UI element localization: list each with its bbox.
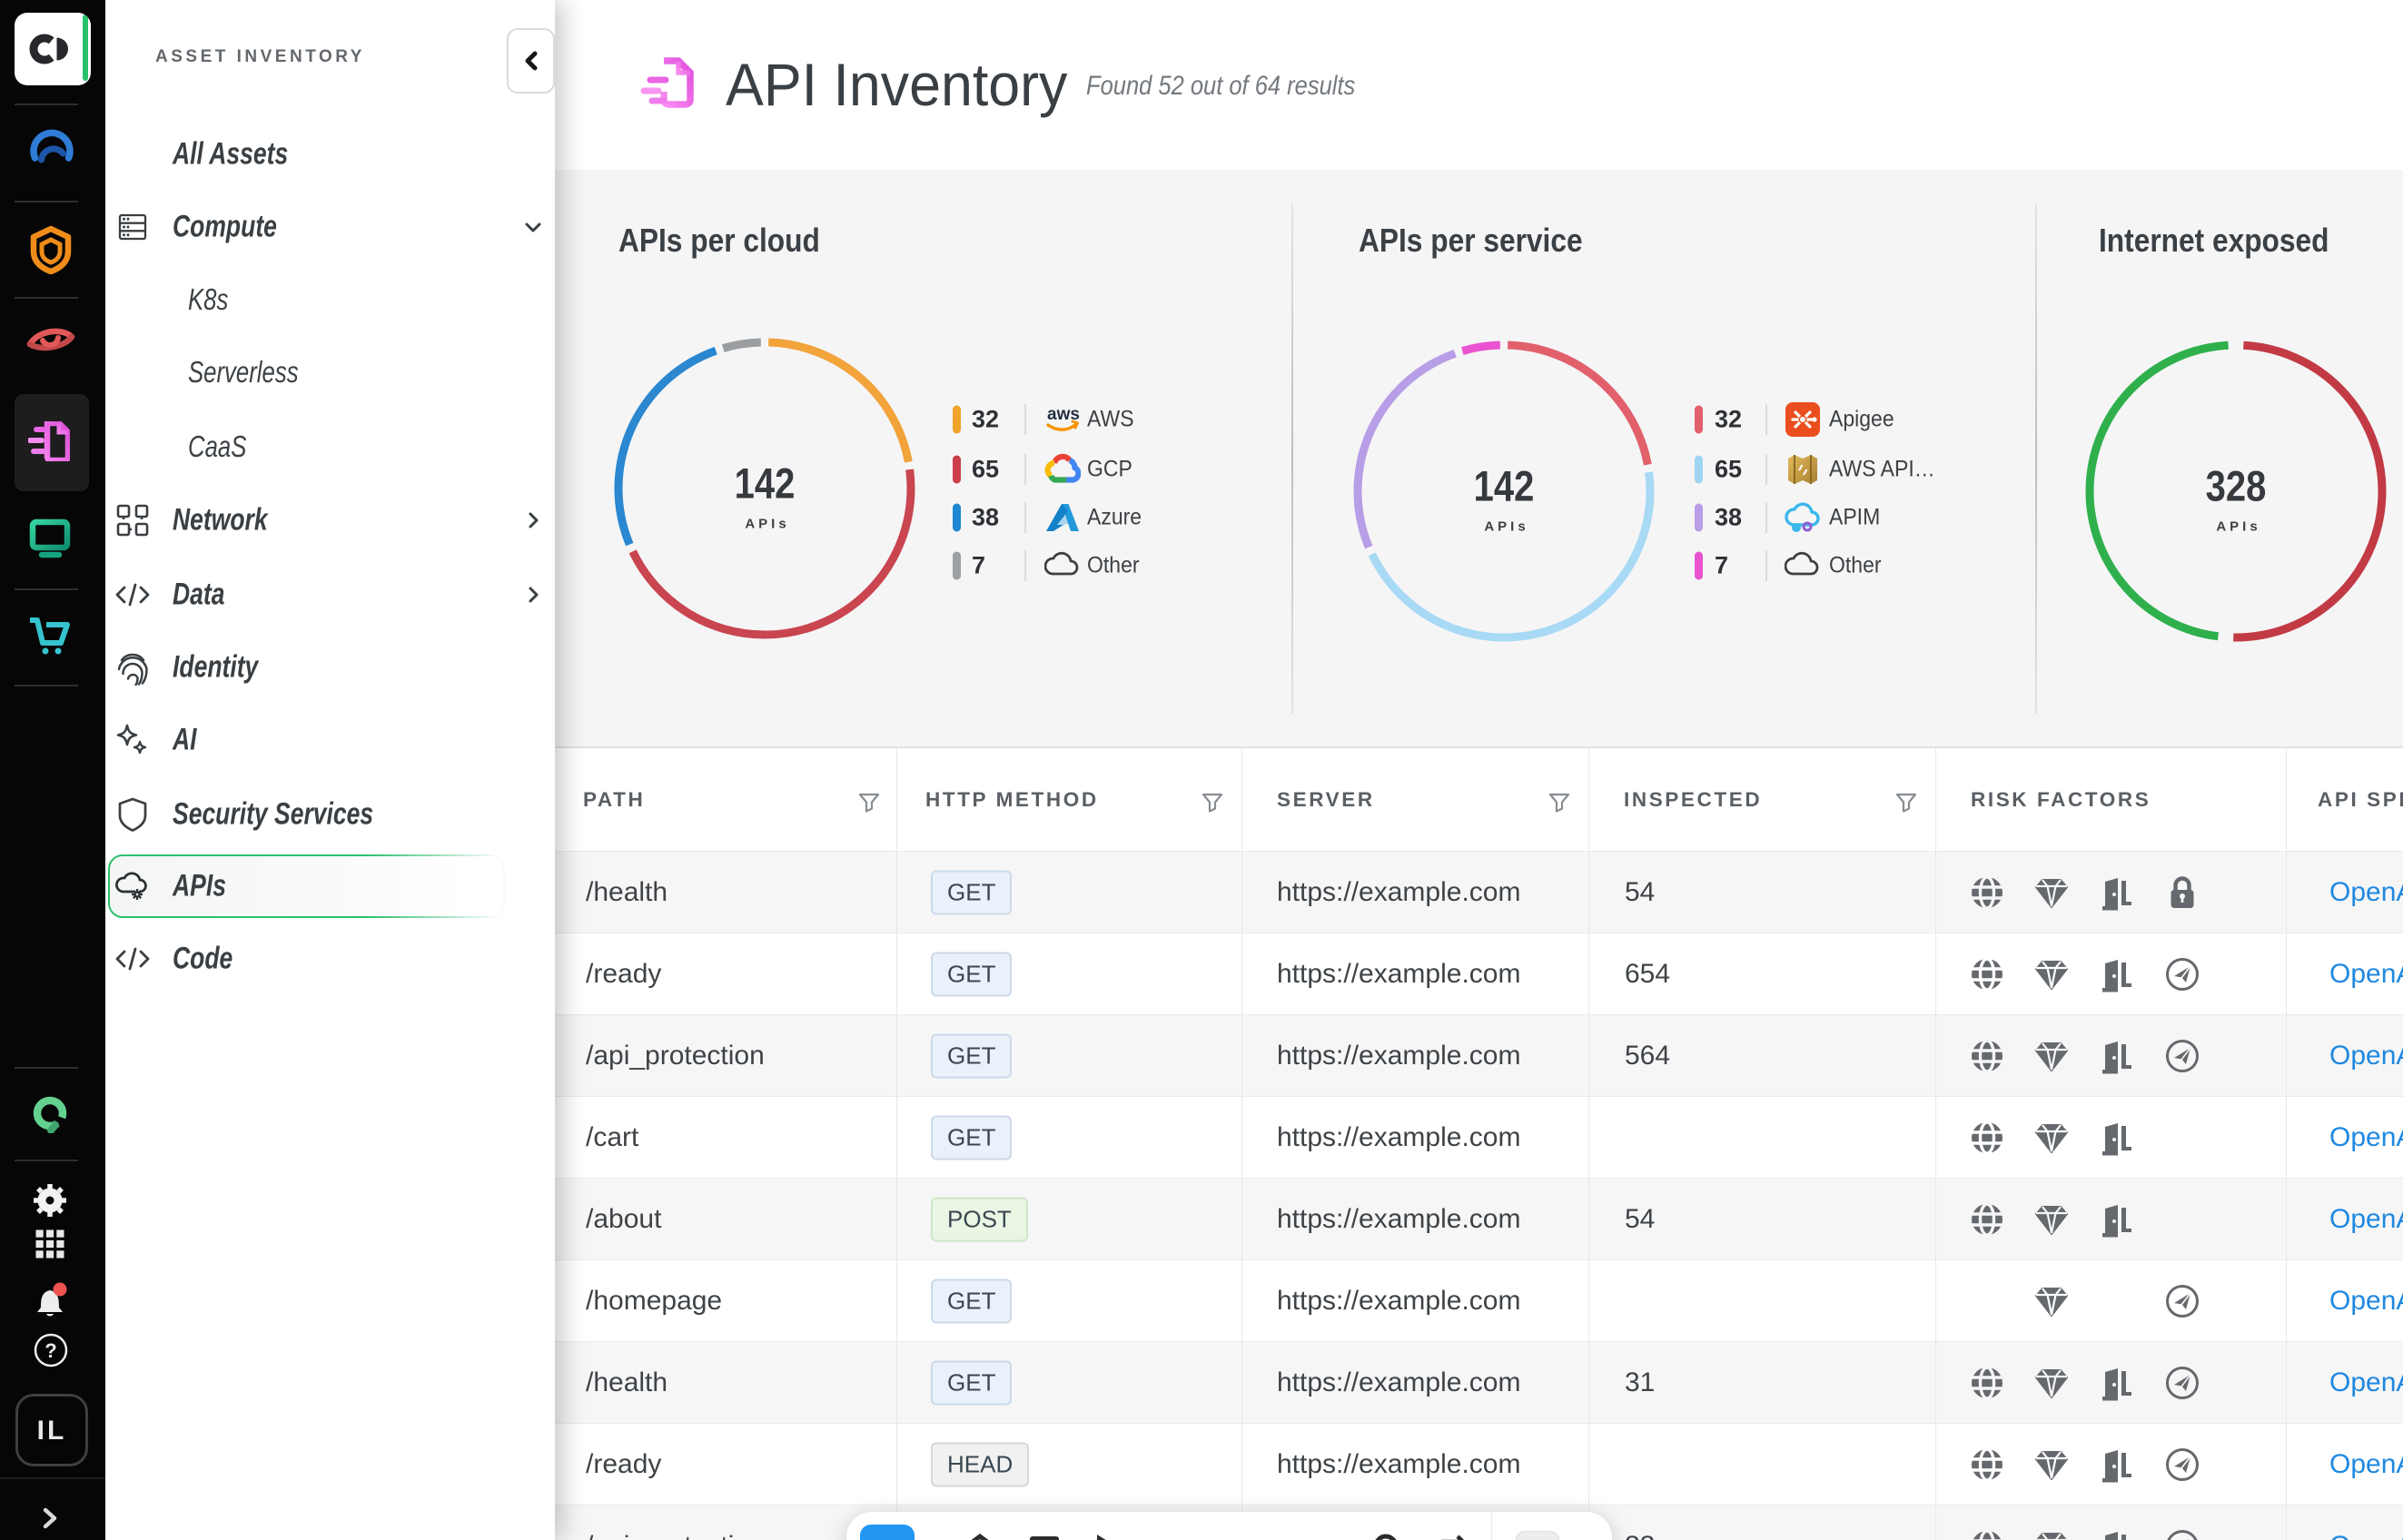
svg-text:?: ? xyxy=(44,1339,56,1362)
